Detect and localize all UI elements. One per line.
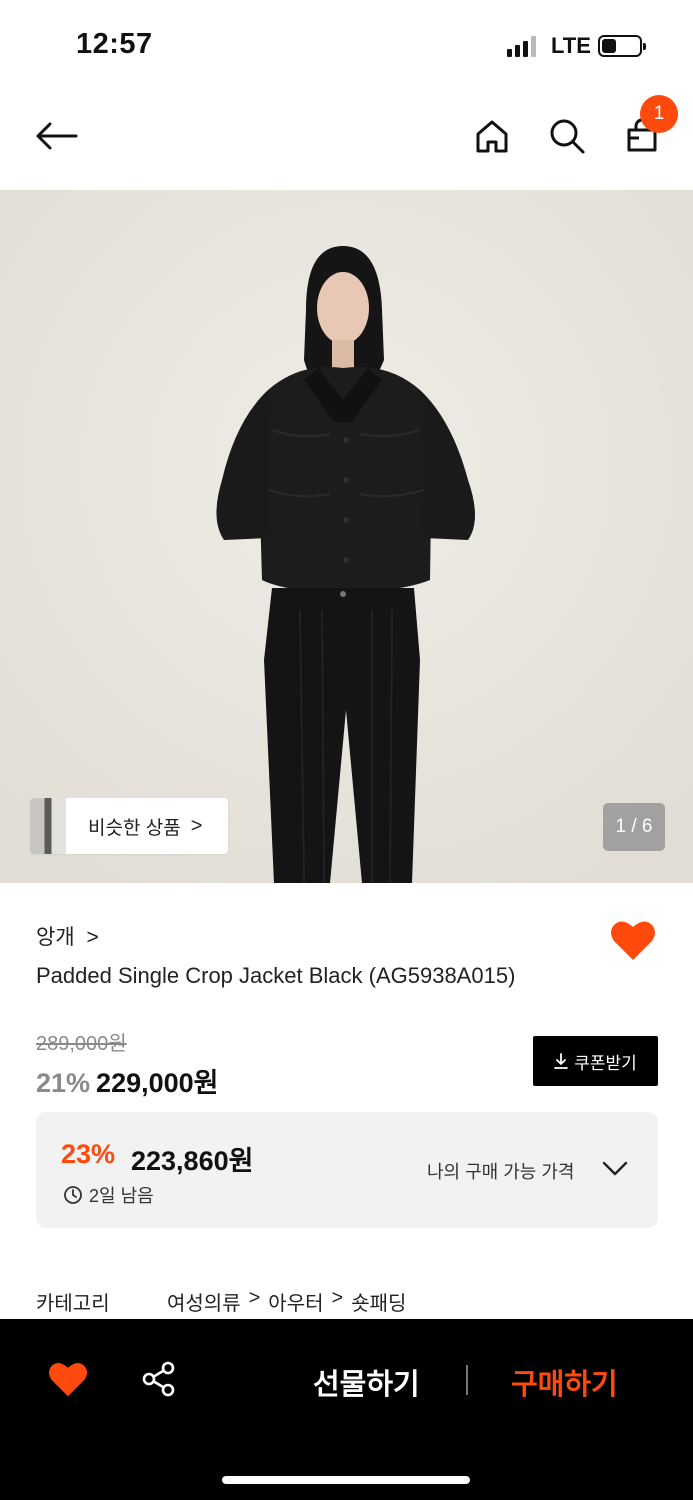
share-icon[interactable]	[140, 1360, 178, 1398]
coupon-label: 쿠폰받기	[574, 1053, 637, 1073]
chevron-right-icon: >	[331, 1287, 344, 1309]
heart-icon[interactable]	[48, 1360, 88, 1398]
time-left-label: 2일 남음	[89, 1186, 154, 1206]
status-time: 12:57	[76, 28, 153, 60]
coupon-download-button[interactable]: 쿠폰받기	[533, 1036, 658, 1086]
chevron-down-icon	[602, 1161, 628, 1176]
chevron-right-icon: >	[190, 814, 203, 837]
category-label: 카테고리	[36, 1293, 110, 1315]
cart-count-badge: 1	[640, 95, 678, 133]
wishlist-heart-icon[interactable]	[610, 918, 656, 962]
status-bar: 12:57 LTE	[0, 0, 693, 92]
sale-price: 229,000원	[96, 1068, 219, 1098]
product-photo	[0, 190, 693, 883]
my-price-box[interactable]: 23% 223,860원 2일 남음 나의 구매 가능 가격	[36, 1112, 658, 1228]
category-level-1[interactable]: 여성의류	[167, 1287, 241, 1316]
time-left: 2일 남음	[63, 1182, 154, 1208]
my-price: 223,860원	[131, 1146, 254, 1176]
brand-link[interactable]: 앙개 >	[36, 921, 99, 951]
bottom-action-bar: 선물하기 구매하기	[0, 1319, 693, 1500]
category-level-2[interactable]: 아우터	[268, 1287, 323, 1316]
clock-icon	[64, 1186, 82, 1204]
my-discount-percent: 23%	[61, 1139, 116, 1169]
divider	[466, 1365, 468, 1395]
gift-button[interactable]: 선물하기	[313, 1361, 420, 1403]
home-indicator	[222, 1476, 470, 1484]
similar-products-label: 비슷한 상품	[88, 817, 181, 839]
discount-percent: 21%	[36, 1068, 91, 1098]
similar-product-thumbnail	[30, 798, 66, 854]
search-icon[interactable]	[545, 114, 589, 158]
chevron-right-icon: >	[86, 926, 99, 949]
category-breadcrumb: 여성의류 > 아우터 > 숏패딩	[167, 1287, 406, 1316]
sale-price-row: 21% 229,000원	[36, 1061, 219, 1100]
back-arrow-icon[interactable]	[34, 114, 78, 158]
download-icon	[554, 1053, 569, 1069]
home-icon[interactable]	[470, 114, 514, 158]
top-nav	[0, 92, 693, 190]
category-level-3[interactable]: 숏패딩	[351, 1287, 406, 1316]
brand-name: 앙개	[36, 926, 75, 949]
network-label: LTE	[551, 33, 591, 58]
buy-button[interactable]: 구매하기	[511, 1361, 618, 1403]
image-page-indicator: 1 / 6	[603, 803, 665, 851]
product-title: Padded Single Crop Jacket Black (AG5938A…	[36, 963, 516, 988]
battery-icon	[598, 35, 646, 57]
chevron-right-icon: >	[248, 1287, 261, 1309]
signal-icon	[507, 36, 537, 57]
original-price: 289,000원	[36, 1033, 127, 1055]
my-price-link-label: 나의 구매 가능 가격	[427, 1162, 575, 1182]
product-image[interactable]	[0, 190, 693, 883]
similar-products-button[interactable]: 비슷한 상품 >	[30, 798, 228, 854]
